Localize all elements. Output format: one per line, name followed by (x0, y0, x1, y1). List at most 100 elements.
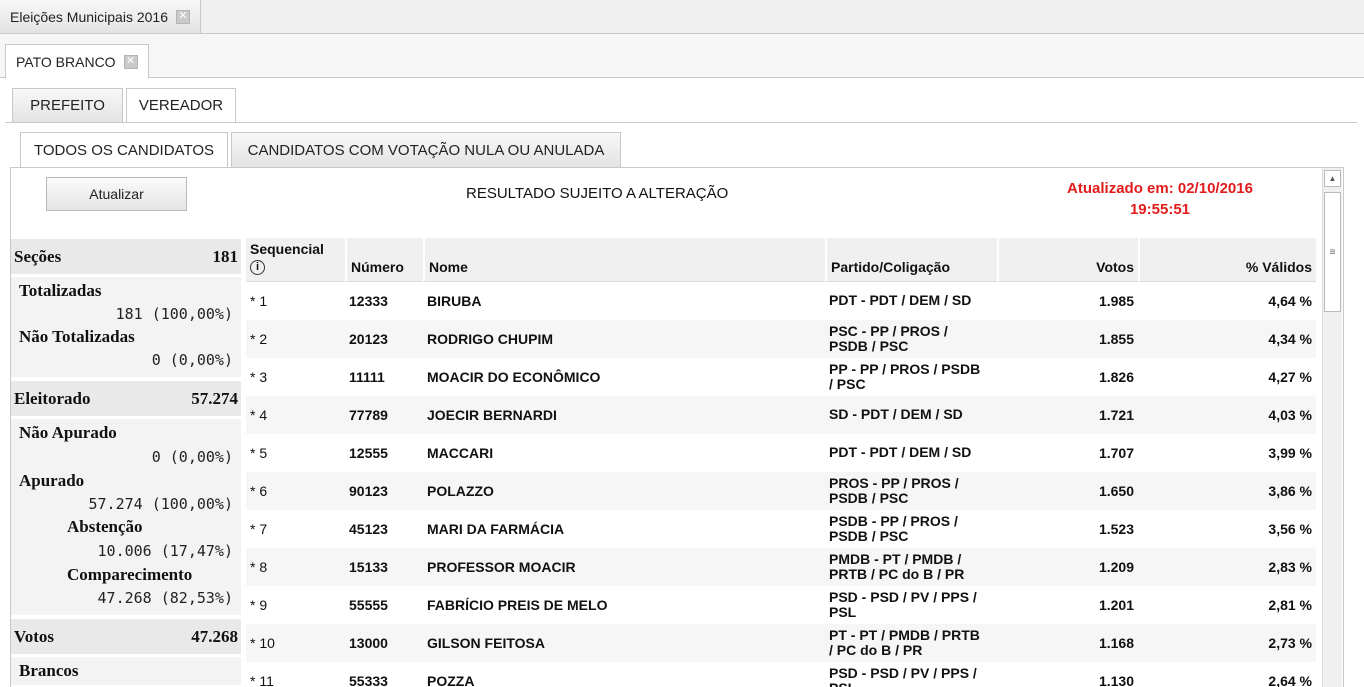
partido-line-1: PDT - PDT / DEM / SD (829, 444, 972, 460)
partido-line-1: PP - PP / PROS / PSDB (829, 360, 981, 377)
top-tab-bar: Eleições Municipais 2016 ✕ (0, 0, 1364, 34)
cell-nome: POLAZZO (423, 471, 825, 510)
cell-nome: BIRUBA (427, 292, 482, 309)
comparecimento-value: 47.268 (82,53%) (97, 589, 233, 607)
cell-sequencial: * 9 (250, 596, 268, 613)
cell-numero: 20123 (345, 319, 423, 358)
cell-votos: 1.721 (997, 395, 1138, 434)
cell-validos: 2,64 % (1268, 672, 1312, 687)
table-row[interactable]: * 8 15133 PROFESSOR MOACIR PMDB - PT / PMDB… (246, 547, 1316, 586)
close-icon[interactable]: ✕ (175, 9, 190, 24)
table-row[interactable]: * 7 45123 MARI DA FARMÁCIA PSDB - PP / PROS… (246, 510, 1316, 548)
apurado-value: 57.274 (100,00%) (88, 495, 234, 513)
cell-validos: 4,03 % (1138, 395, 1316, 434)
cell-validos: 3,86 % (1138, 471, 1316, 510)
tab-vereador[interactable]: VEREADOR (126, 88, 236, 123)
cell-validos: 3,99 % (1268, 444, 1312, 461)
partido-line-2: PSL (829, 680, 993, 687)
brancos-label: Brancos (19, 661, 79, 680)
table-row[interactable]: * 5 12555 MACCARI PDT - PDT / DEM / SD 1.707… (246, 434, 1316, 472)
table-row[interactable]: * 10 13000 GILSON FEITOSA PT - PT / PMDB / … (246, 623, 1316, 662)
eleitorado-row: Eleitorado 57.274 (11, 381, 241, 416)
votos-value: 47.268 (191, 626, 238, 646)
cell-sequencial: * 10 (246, 623, 345, 662)
tab-prefeito[interactable]: PREFEITO (12, 88, 123, 123)
cell-sequencial: * 11 (250, 672, 274, 687)
abstencao-value: 10.006 (17,47%) (97, 542, 233, 560)
totalizadas-label: Totalizadas (19, 281, 102, 300)
partido-line-1: PROS - PP / PROS / (829, 474, 959, 491)
partido-line-2: / PSC (829, 375, 866, 392)
cell-numero: 12555 (349, 444, 388, 461)
partido-line-1: PSDB - PP / PROS / (829, 512, 958, 529)
cell-validos: 2,81 % (1268, 596, 1312, 613)
scroll-up-arrow-icon[interactable]: ▲ (1324, 170, 1341, 187)
comparecimento-label: Comparecimento (67, 565, 193, 584)
nao-apurado-label: Não Apurado (19, 423, 117, 442)
result-notice: RESULTADO SUJEITO A ALTERAÇÃO (466, 185, 729, 202)
col-header-validos[interactable]: % Válidos (1138, 238, 1316, 282)
partido-line-1: PMDB - PT / PMDB / (829, 550, 962, 567)
table-row[interactable]: * 1 12333 BIRUBA PDT - PDT / DEM / SD 1.985 4… (246, 282, 1316, 320)
table-row[interactable]: * 6 90123 POLAZZO PROS - PP / PROS / PSDB / … (246, 471, 1316, 510)
cell-votos: 1.209 (997, 547, 1138, 586)
table-row[interactable]: * 3 11111 MOACIR DO ECONÔMICO PP - PP / PRO… (246, 358, 1316, 396)
col-header-votos[interactable]: Votos (997, 238, 1138, 282)
sequencial-label: Sequencial (250, 241, 324, 257)
scroll-thumb[interactable]: ≡ (1324, 192, 1341, 312)
cell-nome: GILSON FEITOSA (423, 623, 825, 662)
cell-numero: 11111 (349, 368, 385, 385)
cell-sequencial: * 5 (250, 444, 268, 461)
cell-votos: 1.130 (1098, 672, 1134, 687)
last-updated-date: Atualizado em: 02/10/2016 (1067, 180, 1253, 197)
col-header-sequencial[interactable]: Sequencial i (246, 238, 345, 282)
partido-line-2: PSDB / PSC (829, 527, 909, 544)
totalizadas-value: 181 (100,00%) (115, 305, 233, 323)
votos-label: Votos (14, 626, 54, 646)
table-row[interactable]: * 2 20123 RODRIGO CHUPIM PSC - PP / PROS / P… (246, 319, 1316, 358)
eleitorado-block: Não Apurado 0 (0,00%) Apurado 57.274 (10… (11, 419, 241, 615)
vertical-scrollbar[interactable]: ▲ ≡ (1322, 168, 1342, 687)
cell-numero: 13000 (345, 623, 423, 662)
partido-line-1: PSC - PP / PROS / (829, 322, 948, 339)
abstencao-label: Abstenção (67, 517, 143, 536)
tab-nulos-label: CANDIDATOS COM VOTAÇÃO NULA OU ANULADA (247, 141, 605, 159)
cell-numero: 55333 (349, 672, 388, 687)
tab-todos-candidatos[interactable]: TODOS OS CANDIDATOS (20, 132, 228, 168)
cell-sequencial: * 4 (246, 395, 345, 434)
cell-sequencial: * 2 (246, 319, 345, 358)
cell-numero: 77789 (345, 395, 423, 434)
partido-line-2: PRTB / PC do B / PR (829, 565, 965, 582)
cell-partido: PP - PP / PROS / PSDB / PSC (825, 358, 997, 396)
close-icon[interactable]: ✕ (123, 54, 138, 69)
table-header-row: Sequencial i Número Nome Partido/Coligaç… (246, 238, 1316, 282)
tab-eleicoes-municipais[interactable]: Eleições Municipais 2016 ✕ (0, 0, 201, 34)
eleitorado-value: 57.274 (191, 388, 238, 408)
votos-block: Brancos (11, 657, 241, 685)
cell-validos: 2,73 % (1138, 623, 1316, 662)
partido-line-1: SD - PDT / DEM / SD (829, 406, 963, 422)
refresh-button[interactable]: Atualizar (46, 177, 187, 211)
secoes-value: 181 (212, 246, 239, 266)
partido-line-2: PSDB / PSC (829, 337, 909, 354)
cell-validos: 4,34 % (1138, 319, 1316, 358)
table-row[interactable]: * 4 77789 JOECIR BERNARDI SD - PDT / DEM / … (246, 395, 1316, 434)
cell-validos: 2,83 % (1138, 547, 1316, 586)
cell-sequencial: * 6 (246, 471, 345, 510)
col-header-numero[interactable]: Número (345, 238, 423, 282)
partido-line-1: PDT - PDT / DEM / SD (829, 292, 972, 308)
col-header-partido[interactable]: Partido/Coligação (825, 238, 997, 282)
tab-pato-branco[interactable]: PATO BRANCO ✕ (5, 44, 149, 79)
secoes-row: Seções 181 (11, 239, 241, 274)
partido-line-2: PSDB / PSC (829, 489, 909, 506)
info-icon[interactable]: i (250, 259, 265, 275)
table-row[interactable]: * 9 55555 FABRÍCIO PREIS DE MELO PSD - PSD … (246, 586, 1316, 624)
cell-partido: PROS - PP / PROS / PSDB / PSC (825, 471, 997, 510)
table-row[interactable]: * 11 55333 POZZA PSD - PSD / PV / PPS /PSL 1… (246, 662, 1316, 687)
tab-candidatos-nulos[interactable]: CANDIDATOS COM VOTAÇÃO NULA OU ANULADA (231, 132, 621, 168)
partido-line-2: / PC do B / PR (829, 641, 923, 658)
cell-nome: POZZA (427, 672, 475, 687)
secoes-block: Totalizadas 181 (100,00%) Não Totalizada… (11, 277, 241, 377)
col-header-nome[interactable]: Nome (423, 238, 825, 282)
cell-votos: 1.707 (1098, 444, 1134, 461)
